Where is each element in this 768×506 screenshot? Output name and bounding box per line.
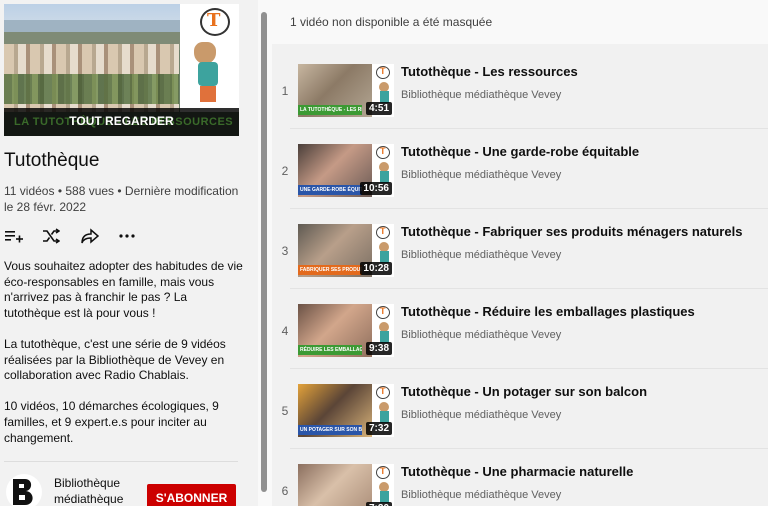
thumbnail-caption: FABRIQUER SES PRODUITS NATURELS bbox=[298, 265, 362, 275]
video-duration: 7:20 bbox=[365, 502, 392, 506]
playlist-thumbnail[interactable]: T LA TUTOTHÈQUE - LES RESSOURCES TOUT RE… bbox=[4, 4, 239, 136]
playlist-meta: 11 vidéos • 588 vues • Dernière modifica… bbox=[4, 184, 239, 214]
sidebar-scrollbar-thumb[interactable] bbox=[261, 12, 267, 492]
video-row[interactable]: 1 T LA TUTOTHÈQUE - LES RESS 4:51 Tutoth… bbox=[272, 44, 768, 129]
shuffle-icon bbox=[43, 228, 60, 244]
video-index: 5 bbox=[281, 404, 289, 418]
video-duration: 4:51 bbox=[365, 102, 392, 115]
description-paragraph: Vous souhaitez adopter des habitudes de … bbox=[4, 259, 243, 320]
video-title[interactable]: Tutothèque - Une pharmacie naturelle bbox=[401, 464, 633, 479]
hidden-videos-notice: 1 vidéo non disponible a été masquée bbox=[290, 15, 493, 29]
video-duration: 7:32 bbox=[365, 422, 392, 435]
share-icon bbox=[81, 228, 99, 244]
shuffle-button[interactable] bbox=[41, 226, 61, 246]
video-channel[interactable]: Bibliothèque médiathèque Vevey bbox=[401, 249, 561, 261]
playlist-description: Vous souhaitez adopter des habitudes de … bbox=[4, 259, 244, 462]
logo-t: T bbox=[380, 306, 386, 316]
thumbnail-caption: UNE GARDE-ROBE ÉQUIT bbox=[298, 185, 362, 195]
video-title[interactable]: Tutothèque - Les ressources bbox=[401, 64, 578, 79]
video-duration: 10:56 bbox=[360, 182, 392, 195]
logo-t: T bbox=[380, 386, 386, 396]
description-paragraph: 10 vidéos, 10 démarches écologiques, 9 f… bbox=[4, 399, 219, 445]
logo-t: T bbox=[380, 466, 386, 476]
thumbnail-caption: LA TUTOTHÈQUE - LES RESS bbox=[298, 105, 362, 115]
playlist-videos-panel: 1 vidéo non disponible a été masquée 1 T… bbox=[272, 0, 768, 506]
channel-logo-icon bbox=[13, 479, 33, 505]
video-thumbnail[interactable]: T UN POTAGER SUR SON BAL 7:32 bbox=[298, 384, 394, 437]
mascot-illustration: T bbox=[180, 4, 239, 112]
video-row[interactable]: 3 T FABRIQUER SES PRODUITS NATURELS 10:2… bbox=[272, 204, 768, 289]
video-index: 3 bbox=[281, 244, 289, 258]
logo-t: T bbox=[380, 226, 386, 236]
subscribe-button[interactable]: S'ABONNER bbox=[147, 484, 236, 506]
thumbnail-caption: RÉDUIRE LES EMBALLAGES bbox=[298, 345, 362, 355]
logo-t: T bbox=[207, 10, 221, 31]
video-title[interactable]: Tutothèque - Fabriquer ses produits ména… bbox=[401, 224, 742, 239]
playlist-title: Tutothèque bbox=[4, 150, 100, 171]
video-title[interactable]: Tutothèque - Une garde-robe équitable bbox=[401, 144, 639, 159]
playlist-sidebar: T LA TUTOTHÈQUE - LES RESSOURCES TOUT RE… bbox=[0, 0, 258, 506]
video-thumbnail[interactable]: T UNE GARDE-ROBE ÉQUIT 10:56 bbox=[298, 144, 394, 197]
more-icon bbox=[119, 234, 135, 238]
goat-body bbox=[198, 62, 218, 86]
video-duration: 9:38 bbox=[365, 342, 392, 355]
logo-t: T bbox=[380, 66, 386, 76]
video-thumbnail[interactable]: T LA TUTOTHÈQUE - LES RESS 4:51 bbox=[298, 64, 394, 117]
video-index: 2 bbox=[281, 164, 289, 178]
play-all-button[interactable]: TOUT REGARDER bbox=[4, 114, 239, 128]
channel-avatar[interactable] bbox=[6, 474, 42, 506]
share-button[interactable] bbox=[80, 226, 100, 246]
more-button[interactable] bbox=[117, 226, 137, 246]
add-to-queue-button[interactable] bbox=[4, 226, 24, 246]
video-thumbnail[interactable]: T 7:20 bbox=[298, 464, 394, 506]
video-channel[interactable]: Bibliothèque médiathèque Vevey bbox=[401, 169, 561, 181]
video-channel[interactable]: Bibliothèque médiathèque Vevey bbox=[401, 329, 561, 341]
logo-t: T bbox=[380, 146, 386, 156]
video-title[interactable]: Tutothèque - Un potager sur son balcon bbox=[401, 384, 647, 399]
add-to-queue-icon bbox=[5, 231, 23, 243]
video-duration: 10:28 bbox=[360, 262, 392, 275]
hero-trees bbox=[4, 74, 179, 104]
video-channel[interactable]: Bibliothèque médiathèque Vevey bbox=[401, 489, 561, 501]
thumbnail-mascot: T bbox=[372, 464, 394, 506]
video-index: 4 bbox=[281, 324, 289, 338]
video-index: 1 bbox=[281, 84, 289, 98]
video-channel[interactable]: Bibliothèque médiathèque Vevey bbox=[401, 89, 561, 101]
video-thumbnail[interactable]: T FABRIQUER SES PRODUITS NATURELS 10:28 bbox=[298, 224, 394, 277]
video-thumbnail[interactable]: T RÉDUIRE LES EMBALLAGES 9:38 bbox=[298, 304, 394, 357]
goat-head bbox=[194, 42, 216, 64]
channel-name[interactable]: Bibliothèque médiathèque bbox=[54, 475, 144, 506]
video-row[interactable]: 6 T 7:20 Tutothèque - Une pharmacie natu… bbox=[272, 444, 768, 506]
video-row[interactable]: 5 T UN POTAGER SUR SON BAL 7:32 Tutothèq… bbox=[272, 364, 768, 449]
video-index: 6 bbox=[281, 484, 289, 498]
video-row[interactable]: 4 T RÉDUIRE LES EMBALLAGES 9:38 Tutothèq… bbox=[272, 284, 768, 369]
video-title[interactable]: Tutothèque - Réduire les emballages plas… bbox=[401, 304, 695, 319]
thumbnail-caption: UN POTAGER SUR SON BAL bbox=[298, 425, 362, 435]
thumbnail-photo bbox=[298, 464, 372, 506]
description-paragraph: La tutothèque, c'est une série de 9 vidé… bbox=[4, 336, 226, 383]
video-row[interactable]: 2 T UNE GARDE-ROBE ÉQUIT 10:56 Tutothèqu… bbox=[272, 124, 768, 209]
divider bbox=[4, 461, 238, 462]
goat-legs bbox=[200, 86, 216, 102]
video-channel[interactable]: Bibliothèque médiathèque Vevey bbox=[401, 409, 561, 421]
